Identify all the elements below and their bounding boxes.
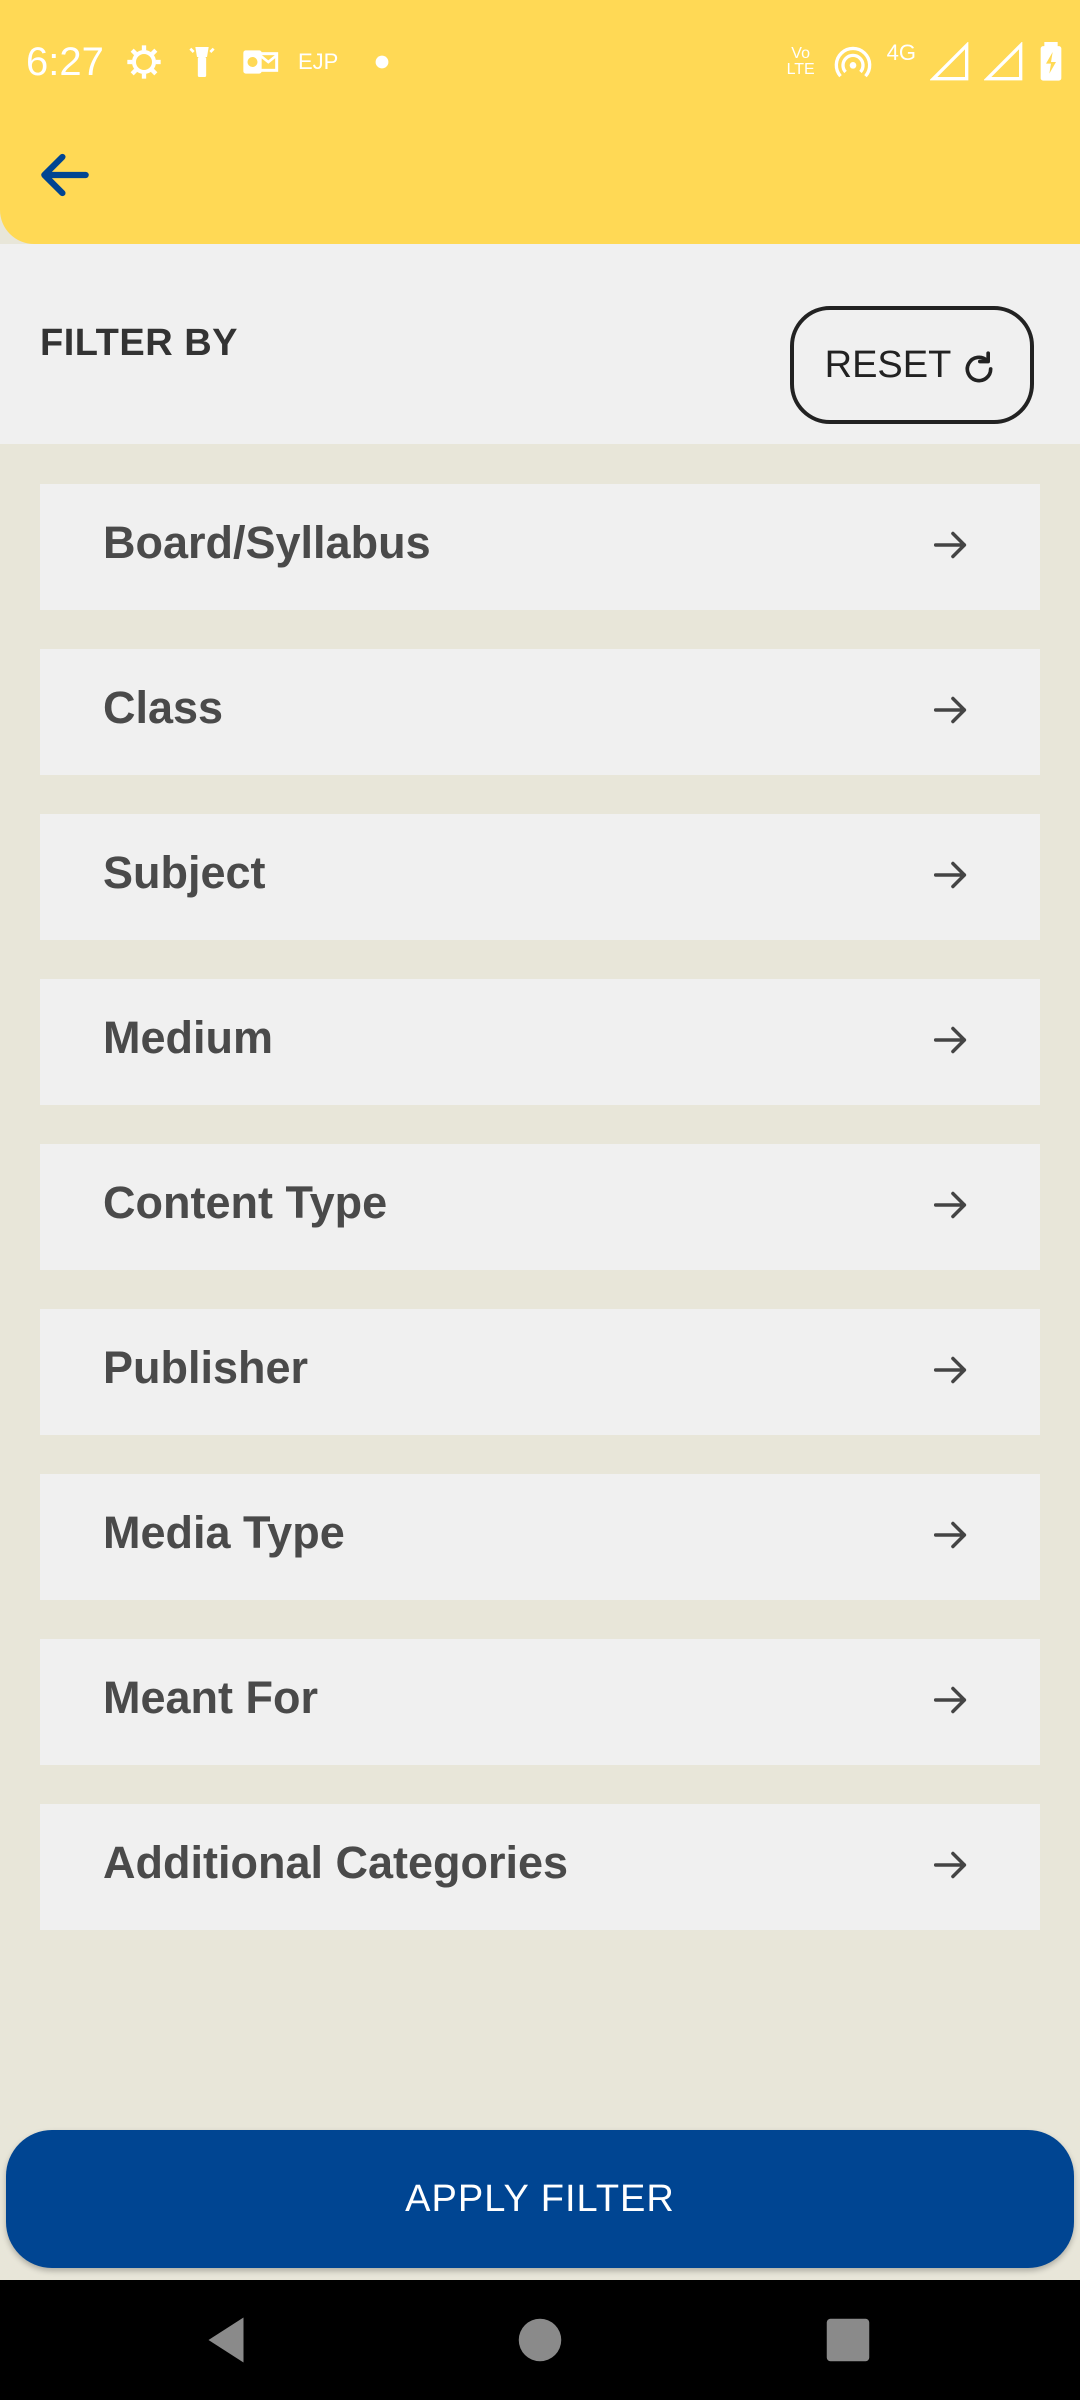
arrow-right-icon	[928, 522, 974, 568]
nav-recents-icon[interactable]	[818, 2310, 878, 2370]
refresh-icon	[959, 349, 999, 389]
nav-home-icon[interactable]	[510, 2310, 570, 2370]
flashlight-notification-icon	[182, 42, 222, 82]
battery-icon	[1038, 42, 1064, 82]
filter-item-class[interactable]: Class	[40, 649, 1040, 775]
filter-item-label: Medium	[103, 1012, 274, 1063]
filter-item-subject[interactable]: Subject	[40, 814, 1040, 940]
filter-item-label: Content Type	[103, 1177, 388, 1228]
nav-back-icon[interactable]	[196, 2310, 256, 2370]
system-nav-bar	[0, 2280, 1080, 2400]
filter-item-publisher[interactable]: Publisher	[40, 1309, 1040, 1435]
filter-header: FILTER BY RESET	[0, 244, 1080, 444]
filter-item-meant-for[interactable]: Meant For	[40, 1639, 1040, 1765]
volte-label: Vo LTE	[786, 45, 815, 78]
apply-filter-label: APPLY FILTER	[405, 2177, 675, 2220]
app-bar: 6:27 EJP Vo LTE 4G	[0, 0, 1080, 244]
filter-item-label: Publisher	[103, 1342, 309, 1393]
signal-strength-icon	[930, 42, 970, 82]
filter-item-board-syllabus[interactable]: Board/Syllabus	[40, 484, 1040, 610]
filter-item-label: Subject	[103, 847, 266, 898]
filter-item-label: Class	[103, 682, 224, 733]
status-time: 6:27	[26, 40, 104, 84]
arrow-right-icon	[928, 852, 974, 898]
filter-screen: 6:27 EJP Vo LTE 4G FILTER BY RESET Board…	[0, 0, 1080, 2400]
arrow-right-icon	[928, 1347, 974, 1393]
arrow-right-icon	[928, 687, 974, 733]
arrow-right-icon	[928, 1182, 974, 1228]
filter-item-label: Additional Categories	[103, 1837, 569, 1888]
filter-title: FILTER BY	[40, 322, 239, 364]
reset-label: RESET	[824, 343, 952, 386]
filter-item-content-type[interactable]: Content Type	[40, 1144, 1040, 1270]
arrow-right-icon	[928, 1512, 974, 1558]
filter-list: Board/Syllabus Class Subject Medium Cont…	[40, 484, 1040, 1969]
outlook-notification-icon	[240, 42, 280, 82]
filter-item-label: Meant For	[103, 1672, 319, 1723]
filter-item-label: Media Type	[103, 1507, 345, 1558]
arrow-left-icon	[41, 153, 89, 197]
status-left-text: EJP	[298, 49, 339, 74]
filter-item-media-type[interactable]: Media Type	[40, 1474, 1040, 1600]
notification-dot-icon	[374, 54, 390, 70]
filter-item-additional-categories[interactable]: Additional Categories	[40, 1804, 1040, 1930]
back-button[interactable]	[30, 140, 100, 210]
hotspot-icon	[833, 42, 873, 82]
reset-button[interactable]: RESET	[790, 306, 1034, 424]
filter-item-medium[interactable]: Medium	[40, 979, 1040, 1105]
arrow-right-icon	[928, 1677, 974, 1723]
filter-item-label: Board/Syllabus	[103, 517, 431, 568]
network-type-label: 4G	[886, 40, 916, 65]
arrow-right-icon	[928, 1842, 974, 1888]
status-bar: 6:27 EJP Vo LTE 4G	[0, 0, 1080, 124]
arrow-right-icon	[928, 1017, 974, 1063]
settings-notification-icon	[124, 42, 164, 82]
signal-strength-2-icon	[984, 42, 1024, 82]
apply-filter-button[interactable]: APPLY FILTER	[6, 2130, 1074, 2268]
